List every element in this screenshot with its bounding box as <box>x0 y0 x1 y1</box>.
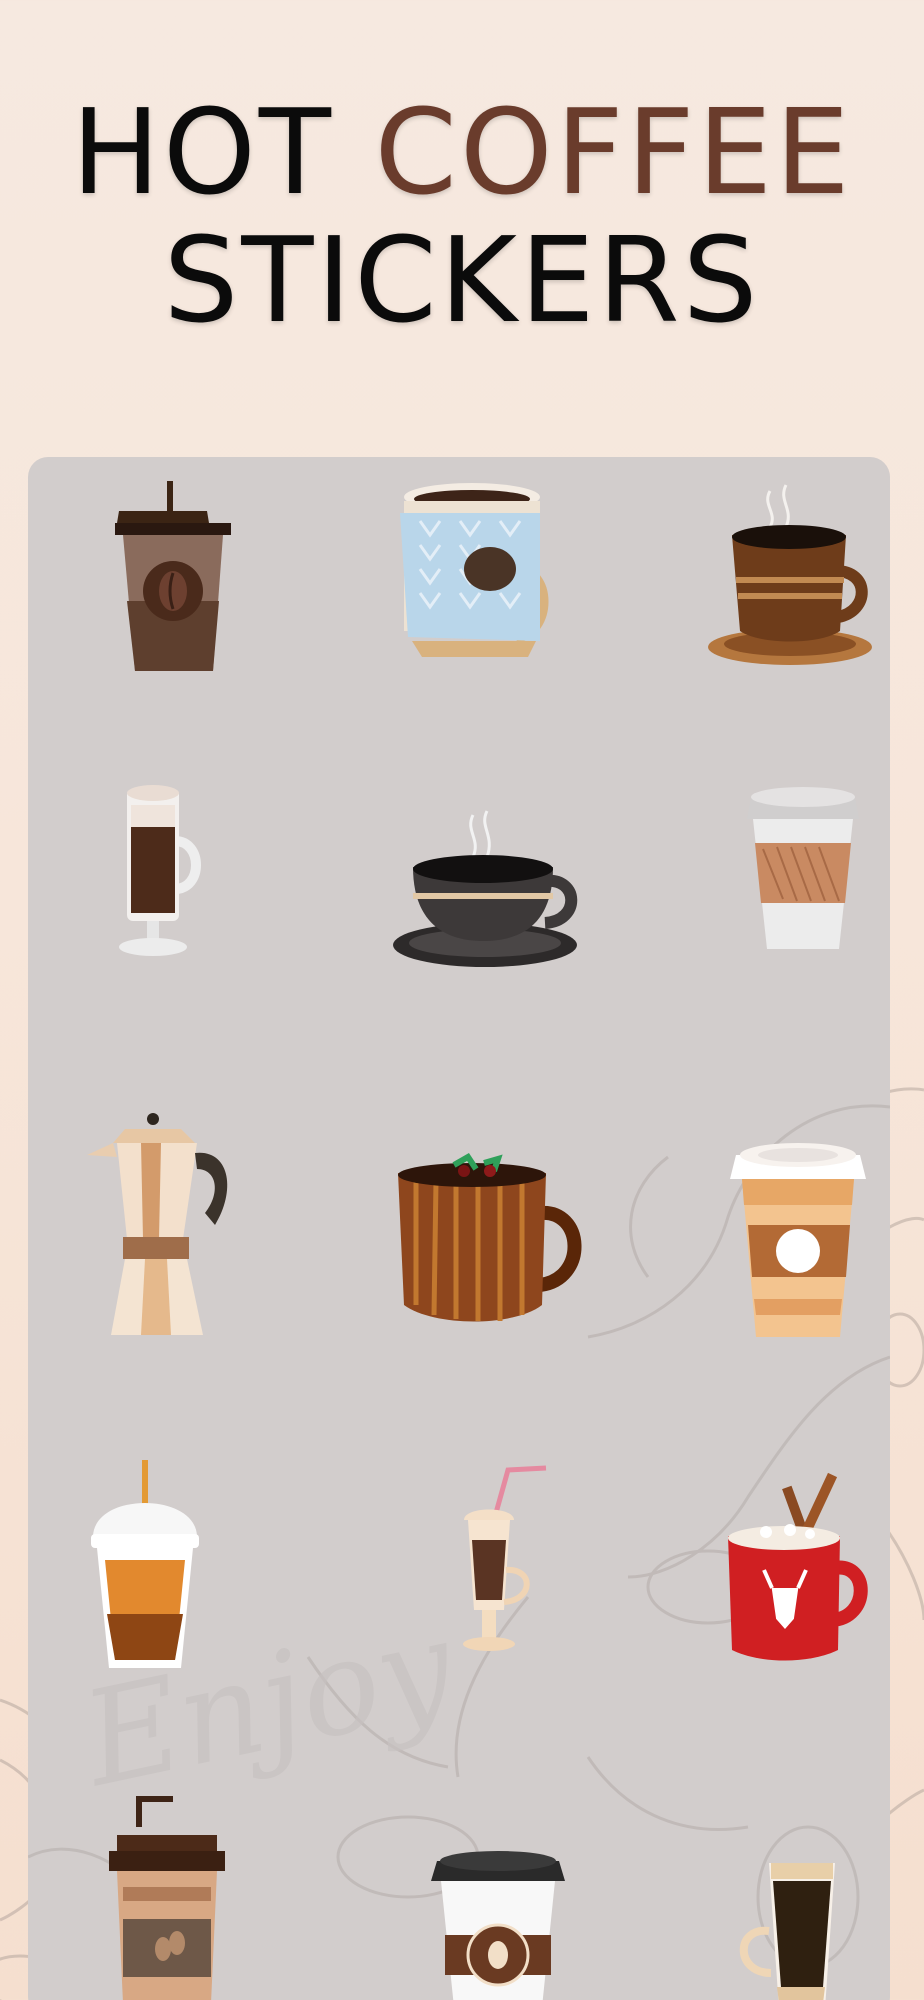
reindeer-mug-icon <box>728 1472 868 1661</box>
paper-cup-icon <box>747 787 859 949</box>
takeaway-cup-icon <box>115 481 231 671</box>
title-word-hot: HOT <box>71 83 335 221</box>
takeaway-cup-bean-logo-sticker[interactable] <box>28 461 267 701</box>
irish-coffee-glass-sticker[interactable] <box>28 753 265 993</box>
cup-steam-icon <box>708 484 872 665</box>
moka-pot-icon <box>87 1113 228 1335</box>
dark-cup-saucer-sticker[interactable] <box>369 753 609 993</box>
red-reindeer-mug-sticker[interactable] <box>670 1450 890 1690</box>
page-title: HOT COFFEE STICKERS <box>0 88 924 344</box>
sweater-mug-icon <box>400 483 549 657</box>
title-word-coffee: COFFEE <box>374 83 853 221</box>
moka-pot-sticker[interactable] <box>28 1109 265 1349</box>
latte-cup-icon <box>730 1143 866 1337</box>
iced-coffee-icon <box>91 1460 199 1668</box>
frappe-glass-straw-sticker[interactable] <box>364 1450 604 1690</box>
takeaway-cup-icon <box>109 1796 225 2000</box>
coffee-to-go-cup-sticker[interactable] <box>369 1777 609 2000</box>
takeaway-cup-straw-bean-sticker[interactable] <box>28 1777 265 2000</box>
sticker-panel: Enjoy <box>28 457 890 2000</box>
knitted-sweater-mug-sticker[interactable] <box>340 461 580 701</box>
layered-latte-glass-sticker[interactable] <box>673 1777 890 2000</box>
cup-steam-icon <box>393 810 578 967</box>
wooden-mug-sticker[interactable] <box>364 1109 604 1349</box>
wooden-mug-icon <box>398 1153 582 1322</box>
glass-mug-icon <box>119 785 201 956</box>
title-word-stickers: STICKERS <box>163 211 761 349</box>
paper-cup-sleeve-sticker[interactable] <box>673 753 890 993</box>
latte-glass-icon <box>739 1863 835 2000</box>
striped-cup-saucer-sticker[interactable] <box>670 461 890 701</box>
coffee-to-go-icon <box>431 1851 565 2000</box>
takeaway-latte-cup-sticker[interactable] <box>670 1109 890 1349</box>
frappe-glass-icon <box>463 1465 547 1651</box>
iced-coffee-dome-cup-sticker[interactable] <box>28 1450 265 1690</box>
